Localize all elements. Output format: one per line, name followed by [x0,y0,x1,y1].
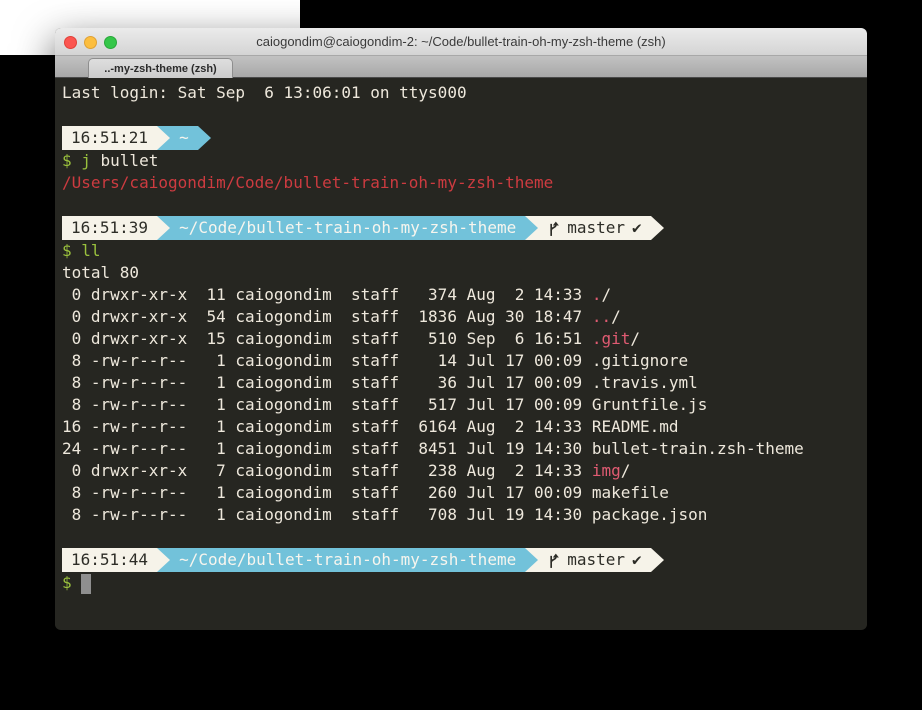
git-status-check: ✔ [632,549,642,571]
file-name: .. [592,307,611,326]
zoom-button[interactable] [104,36,117,49]
prompt-git-segment: master ✔ [538,216,650,240]
command-line-1: $ j bullet [62,150,860,172]
file-name: .travis.yml [592,373,698,392]
prompt-path: ~/Code/bullet-train-oh-my-zsh-theme [179,549,516,571]
prompt-bar-1: 16:51:21 ~ [62,126,860,150]
prompt-char: $ [62,241,81,260]
prompt-time-segment: 16:51:39 [62,216,157,240]
prompt-char: $ [62,573,81,592]
powerline-arrow-icon [157,216,170,240]
prompt-time: 16:51:39 [71,217,148,239]
file-meta: 24 -rw-r--r-- 1 caiogondim staff 8451 Ju… [62,439,592,458]
ls-row: 0 drwxr-xr-x 7 caiogondim staff 238 Aug … [62,460,860,482]
powerline-arrow-icon [651,548,664,572]
file-meta: 8 -rw-r--r-- 1 caiogondim staff 517 Jul … [62,395,592,414]
powerline-arrow-icon [198,126,211,150]
prompt-git-segment: master ✔ [538,548,650,572]
git-branch-name: master [567,217,625,239]
command-line-3: $ [62,572,860,594]
file-name: makefile [592,483,669,502]
command-output: /Users/caiogondim/Code/bullet-train-oh-m… [62,172,860,194]
file-meta: 8 -rw-r--r-- 1 caiogondim staff 36 Jul 1… [62,373,592,392]
prompt-bar-2: 16:51:39 ~/Code/bullet-train-oh-my-zsh-t… [62,216,860,240]
file-meta: 8 -rw-r--r-- 1 caiogondim staff 708 Jul … [62,505,592,524]
tab-bar: ..-my-zsh-theme (zsh) [55,56,867,78]
traffic-lights [64,36,117,49]
file-name: . [592,285,602,304]
prompt-path-segment: ~/Code/bullet-train-oh-my-zsh-theme [170,216,525,240]
prompt-path: ~/Code/bullet-train-oh-my-zsh-theme [179,217,516,239]
file-meta: 8 -rw-r--r-- 1 caiogondim staff 260 Jul … [62,483,592,502]
file-meta: 0 drwxr-xr-x 54 caiogondim staff 1836 Au… [62,307,592,326]
prompt-bar-3: 16:51:44 ~/Code/bullet-train-oh-my-zsh-t… [62,548,860,572]
powerline-arrow-icon [525,548,538,572]
terminal-screen[interactable]: Last login: Sat Sep 6 13:06:01 on ttys00… [55,78,867,629]
command-args: bullet [101,151,159,170]
command-text: j [81,151,100,170]
prompt-time-segment: 16:51:44 [62,548,157,572]
prompt-time: 16:51:21 [71,127,148,149]
ls-row: 0 drwxr-xr-x 15 caiogondim staff 510 Sep… [62,328,860,350]
ls-row: 8 -rw-r--r-- 1 caiogondim staff 517 Jul … [62,394,860,416]
ls-row: 8 -rw-r--r-- 1 caiogondim staff 260 Jul … [62,482,860,504]
command-line-2: $ ll [62,240,860,262]
file-suffix: / [601,285,611,304]
prompt-path-segment: ~ [170,126,198,150]
ls-row: 8 -rw-r--r-- 1 caiogondim staff 14 Jul 1… [62,350,860,372]
file-suffix: / [630,329,640,348]
prompt-path-segment: ~/Code/bullet-train-oh-my-zsh-theme [170,548,525,572]
file-name: .git [592,329,631,348]
ls-row: 24 -rw-r--r-- 1 caiogondim staff 8451 Ju… [62,438,860,460]
git-status-check: ✔ [632,217,642,239]
minimize-button[interactable] [84,36,97,49]
file-meta: 8 -rw-r--r-- 1 caiogondim staff 14 Jul 1… [62,351,592,370]
file-name: Gruntfile.js [592,395,708,414]
ls-row: 8 -rw-r--r-- 1 caiogondim staff 708 Jul … [62,504,860,526]
powerline-arrow-icon [525,216,538,240]
file-name: package.json [592,505,708,524]
cursor-block [81,574,91,594]
powerline-arrow-icon [157,126,170,150]
file-meta: 16 -rw-r--r-- 1 caiogondim staff 6164 Au… [62,417,592,436]
git-branch-icon [547,552,560,569]
ls-row: 0 drwxr-xr-x 54 caiogondim staff 1836 Au… [62,306,860,328]
window-title: caiogondim@caiogondim-2: ~/Code/bullet-t… [256,34,666,49]
blank-line [62,194,860,216]
ls-row: 8 -rw-r--r-- 1 caiogondim staff 36 Jul 1… [62,372,860,394]
terminal-tab[interactable]: ..-my-zsh-theme (zsh) [88,58,233,78]
window-titlebar[interactable]: caiogondim@caiogondim-2: ~/Code/bullet-t… [55,28,867,56]
file-name: bullet-train.zsh-theme [592,439,804,458]
prompt-time: 16:51:44 [71,549,148,571]
powerline-arrow-icon [157,548,170,572]
git-branch-icon [547,220,560,237]
file-meta: 0 drwxr-xr-x 15 caiogondim staff 510 Sep… [62,329,592,348]
terminal-window: caiogondim@caiogondim-2: ~/Code/bullet-t… [55,28,867,630]
file-name: img [592,461,621,480]
file-name: README.md [592,417,679,436]
ls-total-line: total 80 [62,262,860,284]
file-meta: 0 drwxr-xr-x 11 caiogondim staff 374 Aug… [62,285,592,304]
tab-label: ..-my-zsh-theme (zsh) [104,63,216,75]
ls-row: 0 drwxr-xr-x 11 caiogondim staff 374 Aug… [62,284,860,306]
ls-row: 16 -rw-r--r-- 1 caiogondim staff 6164 Au… [62,416,860,438]
powerline-arrow-icon [651,216,664,240]
command-text: ll [81,241,100,260]
blank-line [62,526,860,548]
blank-line [62,104,860,126]
prompt-path: ~ [179,127,189,149]
file-suffix: / [621,461,631,480]
git-branch-name: master [567,549,625,571]
prompt-char: $ [62,151,81,170]
prompt-time-segment: 16:51:21 [62,126,157,150]
close-button[interactable] [64,36,77,49]
last-login-line: Last login: Sat Sep 6 13:06:01 on ttys00… [62,82,860,104]
file-suffix: / [611,307,621,326]
file-name: .gitignore [592,351,688,370]
file-meta: 0 drwxr-xr-x 7 caiogondim staff 238 Aug … [62,461,592,480]
